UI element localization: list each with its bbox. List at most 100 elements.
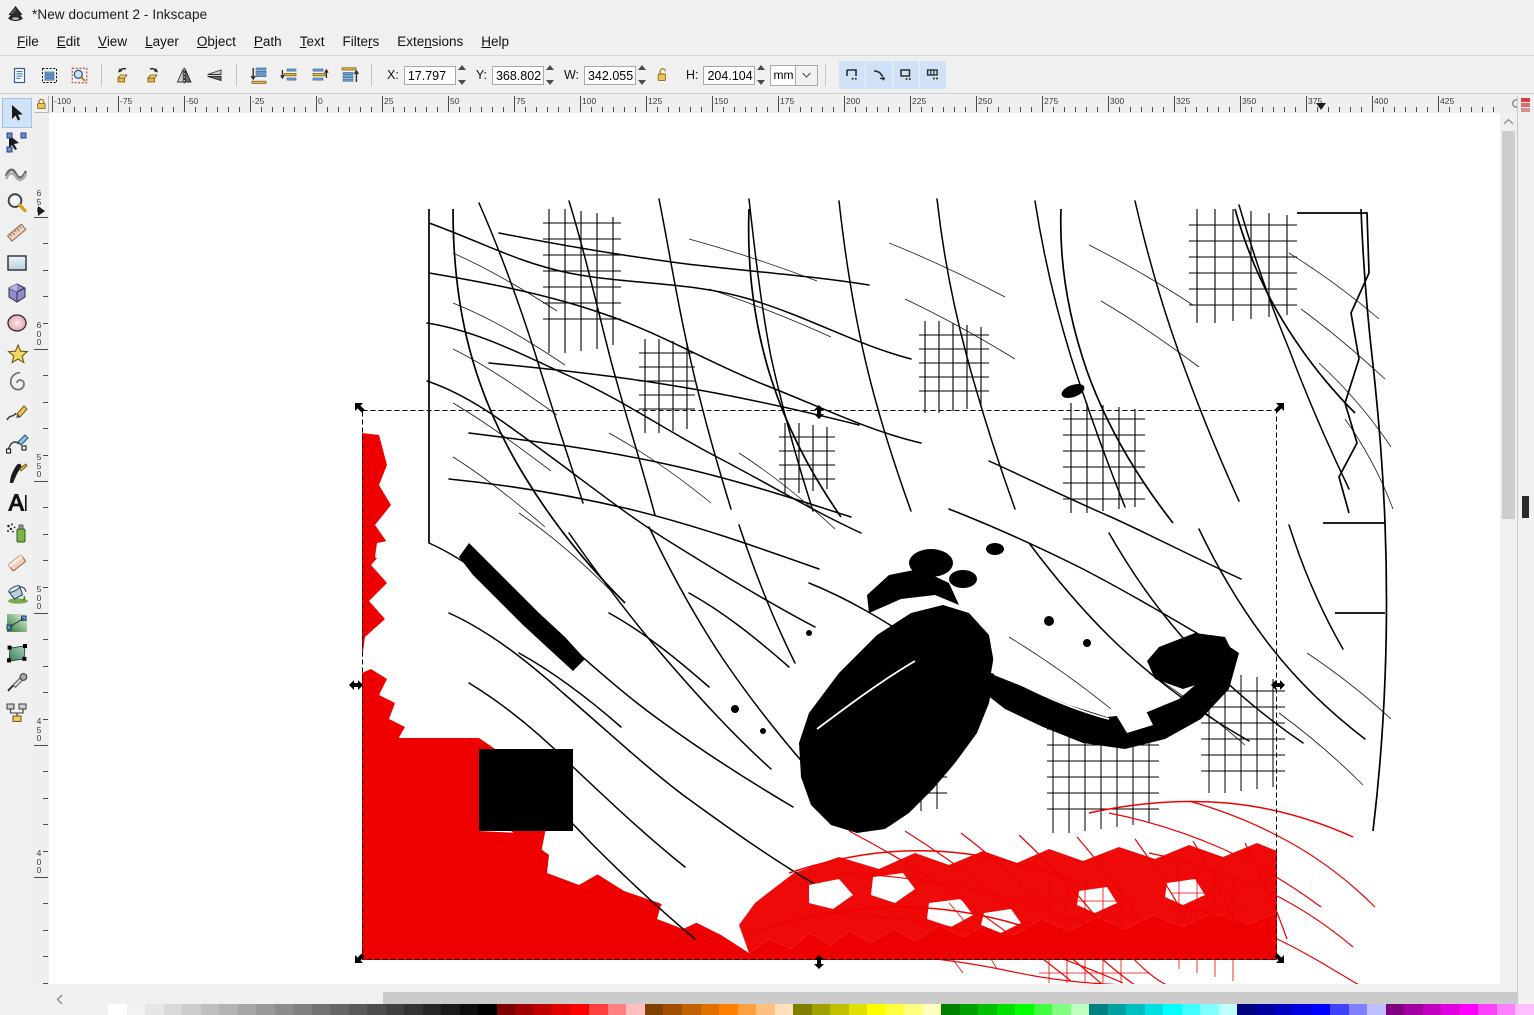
dropper-tool[interactable] xyxy=(2,668,32,698)
palette-swatch[interactable] xyxy=(367,1004,386,1015)
palette-swatch[interactable] xyxy=(552,1004,571,1015)
palette-swatch[interactable] xyxy=(237,1004,257,1015)
palette-swatch[interactable] xyxy=(922,1004,942,1015)
palette-swatch[interactable] xyxy=(311,1004,331,1015)
tweak-tool[interactable] xyxy=(2,158,32,188)
menu-file[interactable]: File xyxy=(8,31,48,52)
palette-swatch[interactable] xyxy=(182,1004,201,1015)
palette-swatch[interactable] xyxy=(108,1004,127,1015)
box3d-tool[interactable] xyxy=(2,278,32,308)
palette-swatch[interactable] xyxy=(663,1004,682,1015)
palette-swatch[interactable] xyxy=(1218,1004,1238,1015)
palette-swatch[interactable] xyxy=(570,1004,590,1015)
raise-to-top-icon[interactable] xyxy=(335,61,363,89)
palette-swatch[interactable] xyxy=(1144,1004,1164,1015)
snap-bbox-corner-icon[interactable] xyxy=(839,61,867,89)
y-spinner[interactable] xyxy=(545,65,556,85)
palette-swatch[interactable] xyxy=(885,1004,905,1015)
palette-swatch[interactable] xyxy=(200,1004,220,1015)
menu-help[interactable]: Help xyxy=(472,31,518,52)
palette-swatch[interactable] xyxy=(589,1004,608,1015)
palette-swatch[interactable] xyxy=(737,1004,757,1015)
palette-swatch[interactable] xyxy=(459,1004,479,1015)
lower-to-bottom-icon[interactable] xyxy=(245,61,273,89)
palette-swatch[interactable] xyxy=(1255,1004,1275,1015)
palette-swatch[interactable] xyxy=(848,1004,868,1015)
palette-swatch[interactable] xyxy=(1200,1004,1219,1015)
palette-swatch[interactable] xyxy=(607,1004,627,1015)
palette-swatch[interactable] xyxy=(515,1004,534,1015)
flip-horizontal-icon[interactable] xyxy=(170,61,198,89)
palette-swatch[interactable] xyxy=(1237,1004,1256,1015)
palette-swatch[interactable] xyxy=(774,1004,794,1015)
measure-tool[interactable] xyxy=(2,218,32,248)
w-spinner[interactable] xyxy=(637,65,648,85)
palette-swatch[interactable] xyxy=(496,1004,516,1015)
palette-swatch[interactable] xyxy=(1015,1004,1034,1015)
gradient-tool[interactable] xyxy=(2,608,32,638)
calligraphy-tool[interactable] xyxy=(2,458,32,488)
palette-swatch[interactable] xyxy=(867,1004,886,1015)
palette-swatch[interactable] xyxy=(1052,1004,1071,1015)
palette-swatch[interactable] xyxy=(1478,1004,1497,1015)
palette-swatch[interactable] xyxy=(756,1004,775,1015)
palette-swatch[interactable] xyxy=(1422,1004,1442,1015)
x-spinner[interactable] xyxy=(457,65,468,85)
raise-icon[interactable] xyxy=(305,61,333,89)
vertical-ruler[interactable]: 650600550500450400 xyxy=(34,113,50,984)
palette-swatch[interactable] xyxy=(1293,1004,1312,1015)
palette-swatch[interactable] xyxy=(404,1004,423,1015)
palette-swatch[interactable] xyxy=(1404,1004,1423,1015)
palette-swatch[interactable] xyxy=(274,1004,294,1015)
snap-bbox-edge-icon[interactable] xyxy=(866,61,894,89)
rectangle-tool[interactable] xyxy=(2,248,32,278)
menu-extensions[interactable]: Extensions xyxy=(388,31,472,52)
palette-swatch[interactable] xyxy=(626,1004,645,1015)
bezier-tool[interactable] xyxy=(2,428,32,458)
palette-swatch[interactable] xyxy=(996,1004,1016,1015)
palette-swatch[interactable] xyxy=(1515,1004,1534,1015)
palette-swatch[interactable] xyxy=(978,1004,997,1015)
spray-tool[interactable] xyxy=(2,518,32,548)
palette-swatch[interactable] xyxy=(422,1004,442,1015)
menu-filters[interactable]: Filters xyxy=(333,31,388,52)
paintbucket-tool[interactable] xyxy=(2,578,32,608)
snap-bbox-midpoint-icon[interactable] xyxy=(893,61,921,89)
rotate-90-cw-icon[interactable] xyxy=(140,61,168,89)
h-spinner[interactable] xyxy=(756,65,767,85)
palette-swatch[interactable] xyxy=(811,1004,831,1015)
palette-swatch[interactable] xyxy=(385,1004,405,1015)
palette-swatch[interactable] xyxy=(330,1004,349,1015)
palette-swatch[interactable] xyxy=(1126,1004,1145,1015)
palette-swatch[interactable] xyxy=(1274,1004,1293,1015)
palette-swatch[interactable] xyxy=(219,1004,238,1015)
chevron-down-icon[interactable] xyxy=(796,64,819,86)
rotate-90-ccw-icon[interactable] xyxy=(110,61,138,89)
horizontal-ruler[interactable]: -100 -75 -50 -25 0 25 50 75 100 125 150 175 200 225 25… xyxy=(34,96,1500,114)
palette-swatch[interactable] xyxy=(1330,1004,1349,1015)
palette-swatch[interactable] xyxy=(719,1004,738,1015)
pencil-tool[interactable] xyxy=(2,398,32,428)
y-field[interactable]: 368.802 xyxy=(491,65,544,85)
palette-swatch[interactable] xyxy=(533,1004,553,1015)
lower-icon[interactable] xyxy=(275,61,303,89)
drawing-canvas[interactable] xyxy=(49,113,1500,984)
palette-swatch[interactable] xyxy=(793,1004,812,1015)
menu-object[interactable]: Object xyxy=(188,31,245,52)
zoom-tool[interactable] xyxy=(2,188,32,218)
palette-swatch[interactable] xyxy=(1033,1004,1053,1015)
text-tool[interactable] xyxy=(2,488,32,518)
selector-tool[interactable] xyxy=(2,98,32,128)
palette-swatch[interactable] xyxy=(1496,1004,1516,1015)
palette-swatch[interactable] xyxy=(959,1004,979,1015)
h-field[interactable]: 204.104 xyxy=(703,65,756,85)
palette-swatch[interactable] xyxy=(478,1004,497,1015)
palette-swatch[interactable] xyxy=(1459,1004,1479,1015)
palette-swatch[interactable] xyxy=(1385,1004,1405,1015)
palette-swatch[interactable] xyxy=(163,1004,183,1015)
palette-swatch[interactable] xyxy=(1181,1004,1201,1015)
palette-swatch[interactable] xyxy=(904,1004,923,1015)
select-all-icon[interactable] xyxy=(5,61,33,89)
palette-swatch[interactable] xyxy=(145,1004,164,1015)
connector-tool[interactable] xyxy=(2,698,32,728)
